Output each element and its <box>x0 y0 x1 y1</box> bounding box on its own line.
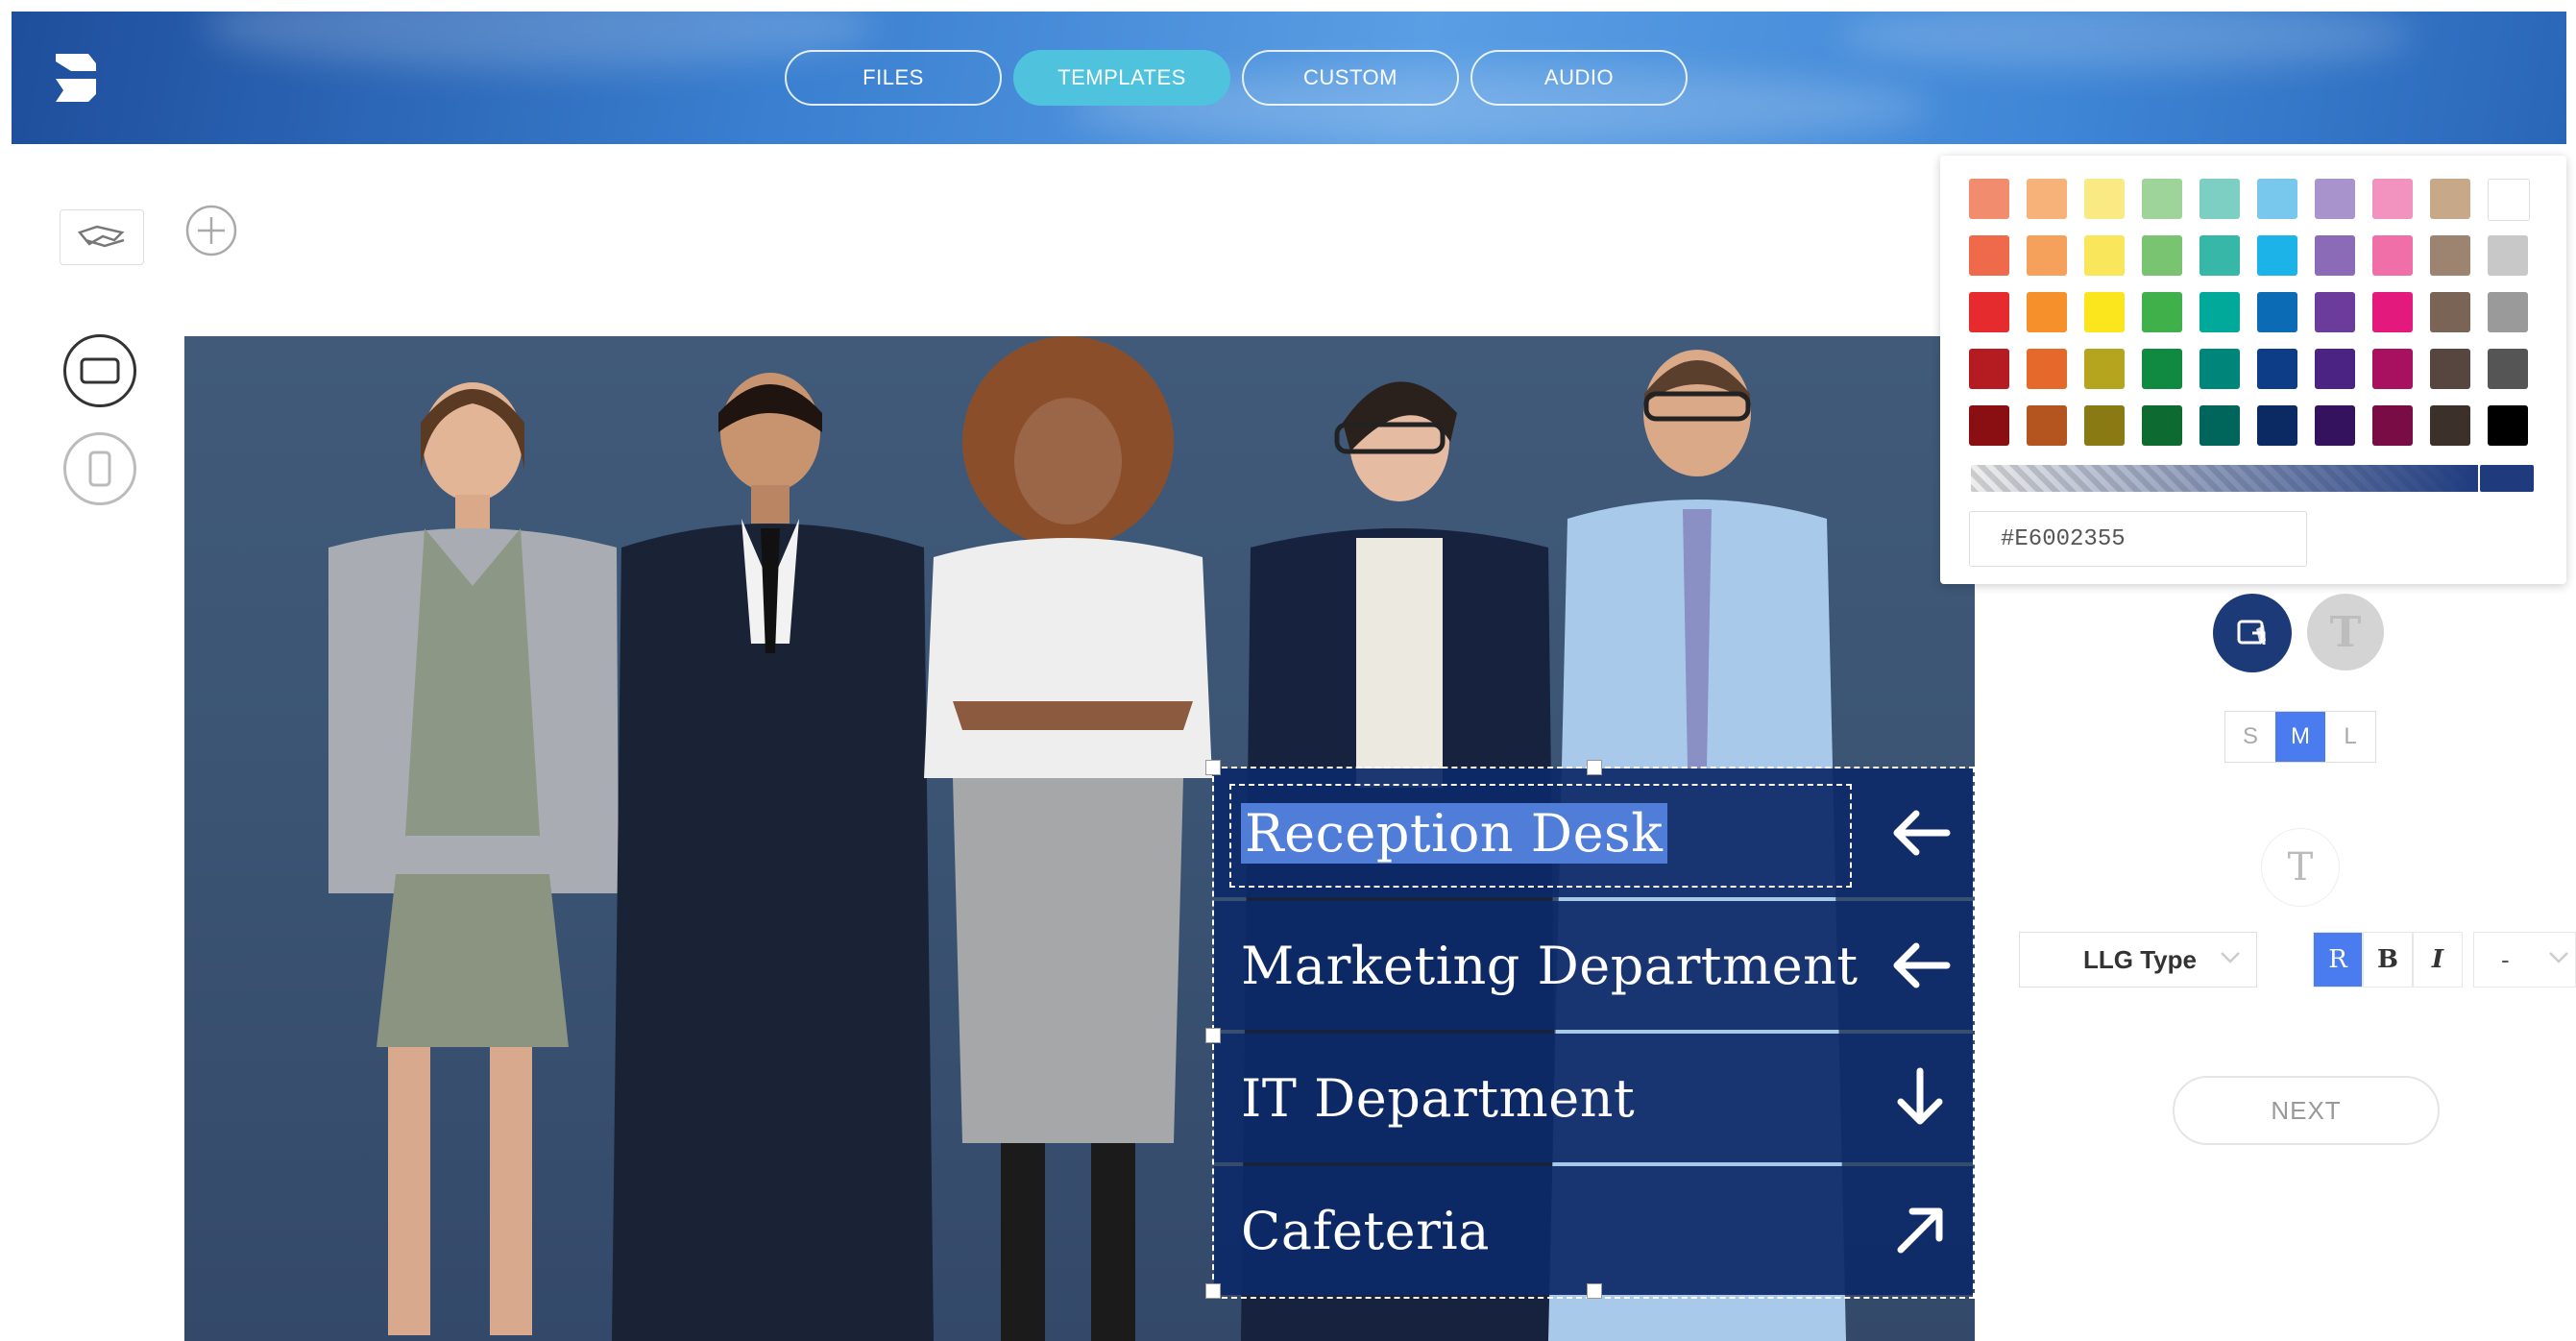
color-swatch[interactable] <box>2315 235 2355 276</box>
text-selection-frame <box>1229 784 1852 888</box>
tab-files[interactable]: FILES <box>785 50 1002 106</box>
text-format-icon: T <box>2287 845 2314 890</box>
add-icon[interactable] <box>184 204 238 257</box>
color-swatch[interactable] <box>1969 405 2009 446</box>
color-swatch[interactable] <box>2199 179 2240 219</box>
color-swatch[interactable] <box>2372 179 2413 219</box>
color-swatch[interactable] <box>2372 292 2413 332</box>
resize-handle[interactable] <box>1587 760 1602 775</box>
person-woman-white-blouse <box>924 336 1212 1341</box>
color-swatch[interactable] <box>2199 405 2240 446</box>
size-option-l[interactable]: L <box>2325 712 2375 762</box>
wayfinding-sign[interactable]: Reception Desk Marketing Department IT D… <box>1205 760 1975 1299</box>
color-swatch[interactable] <box>2488 405 2528 446</box>
color-swatch[interactable] <box>1969 292 2009 332</box>
color-swatch[interactable] <box>2084 235 2125 276</box>
color-swatch[interactable] <box>1969 235 2009 276</box>
size-selector: S M L <box>2224 711 2376 763</box>
color-swatch[interactable] <box>2488 235 2528 276</box>
italic-style-button[interactable]: I <box>2413 932 2463 987</box>
tab-audio[interactable]: AUDIO <box>1470 50 1688 106</box>
landscape-ratio-icon[interactable] <box>63 334 136 407</box>
color-swatch[interactable] <box>2084 292 2125 332</box>
fill-bucket-icon <box>2237 620 2266 645</box>
sky-streak <box>204 12 876 69</box>
color-swatch[interactable] <box>2027 179 2067 219</box>
color-swatch[interactable] <box>2027 405 2067 446</box>
size-option-s[interactable]: S <box>2225 712 2275 762</box>
color-swatch[interactable] <box>2084 349 2125 389</box>
font-size-value: - <box>2501 944 2510 974</box>
color-swatch[interactable] <box>2084 179 2125 219</box>
color-swatch[interactable] <box>2372 349 2413 389</box>
text-color-icon: T <box>2329 607 2362 657</box>
color-swatch[interactable] <box>2430 235 2470 276</box>
resize-handle[interactable] <box>1205 1028 1221 1043</box>
color-swatch[interactable] <box>2199 292 2240 332</box>
color-swatch[interactable] <box>2027 235 2067 276</box>
font-style-buttons: R B I <box>2313 932 2463 987</box>
color-swatch[interactable] <box>2488 179 2530 221</box>
color-swatch[interactable] <box>2257 292 2297 332</box>
color-swatch[interactable] <box>2430 349 2470 389</box>
color-swatch[interactable] <box>2488 292 2528 332</box>
portrait-ratio-icon[interactable] <box>63 432 136 505</box>
color-swatch[interactable] <box>1969 349 2009 389</box>
next-button[interactable]: NEXT <box>2173 1076 2440 1145</box>
editor-canvas[interactable]: Reception Desk Marketing Department IT D… <box>184 336 1975 1341</box>
font-select[interactable]: LLG Type <box>2019 932 2257 987</box>
color-picker-popup: #E6002355 <box>1940 156 2566 584</box>
color-swatch[interactable] <box>2142 405 2182 446</box>
resize-handle[interactable] <box>1205 760 1221 775</box>
resize-handle[interactable] <box>1587 1283 1602 1299</box>
color-swatch[interactable] <box>2372 405 2413 446</box>
color-swatch[interactable] <box>2430 405 2470 446</box>
color-swatch[interactable] <box>1969 179 2009 219</box>
color-swatch[interactable] <box>2199 235 2240 276</box>
tab-custom[interactable]: CUSTOM <box>1242 50 1459 106</box>
color-swatch[interactable] <box>2142 235 2182 276</box>
bold-style-button[interactable]: B <box>2363 932 2413 987</box>
font-select-value: LLG Type <box>2083 944 2197 974</box>
text-format-button[interactable]: T <box>2261 828 2340 907</box>
text-color-button[interactable]: T <box>2307 594 2384 670</box>
color-swatch[interactable] <box>2027 349 2067 389</box>
color-swatch[interactable] <box>2315 349 2355 389</box>
app-logo-icon[interactable] <box>50 50 106 106</box>
person-man-dark-suit <box>612 373 934 1341</box>
person-woman-grey-suit <box>328 382 619 1335</box>
color-swatch[interactable] <box>2430 179 2470 219</box>
color-swatch[interactable] <box>2430 292 2470 332</box>
color-swatch[interactable] <box>2372 235 2413 276</box>
hex-color-input[interactable]: #E6002355 <box>1969 511 2307 567</box>
tab-templates[interactable]: TEMPLATES <box>1013 50 1230 106</box>
top-navigation-bar: FILES TEMPLATES CUSTOM AUDIO <box>12 12 2566 144</box>
size-option-m[interactable]: M <box>2275 712 2325 762</box>
nav-tabs: FILES TEMPLATES CUSTOM AUDIO <box>785 50 1688 106</box>
color-swatch[interactable] <box>2257 349 2297 389</box>
background-color-button[interactable] <box>2213 594 2292 672</box>
color-swatch[interactable] <box>2199 349 2240 389</box>
color-swatch[interactable] <box>2257 405 2297 446</box>
current-color-preview <box>2480 465 2534 492</box>
color-swatch[interactable] <box>2142 179 2182 219</box>
font-size-select[interactable]: - <box>2473 932 2576 987</box>
regular-style-button[interactable]: R <box>2313 932 2363 987</box>
color-swatch[interactable] <box>2027 292 2067 332</box>
color-swatch[interactable] <box>2084 405 2125 446</box>
color-swatch[interactable] <box>2488 349 2528 389</box>
color-swatch[interactable] <box>2142 292 2182 332</box>
color-swatch[interactable] <box>2257 235 2297 276</box>
color-swatch[interactable] <box>2142 349 2182 389</box>
color-swatch[interactable] <box>2257 179 2297 219</box>
color-swatch[interactable] <box>2315 405 2355 446</box>
color-swatch[interactable] <box>2315 179 2355 219</box>
chevron-down-icon <box>2218 944 2243 976</box>
chevron-down-icon <box>2546 944 2571 976</box>
opacity-slider-track[interactable] <box>1971 465 2478 492</box>
resize-handle[interactable] <box>1205 1283 1221 1299</box>
sky-streak <box>1836 12 2413 69</box>
hand-sign-icon[interactable] <box>60 209 144 265</box>
color-swatch[interactable] <box>2315 292 2355 332</box>
